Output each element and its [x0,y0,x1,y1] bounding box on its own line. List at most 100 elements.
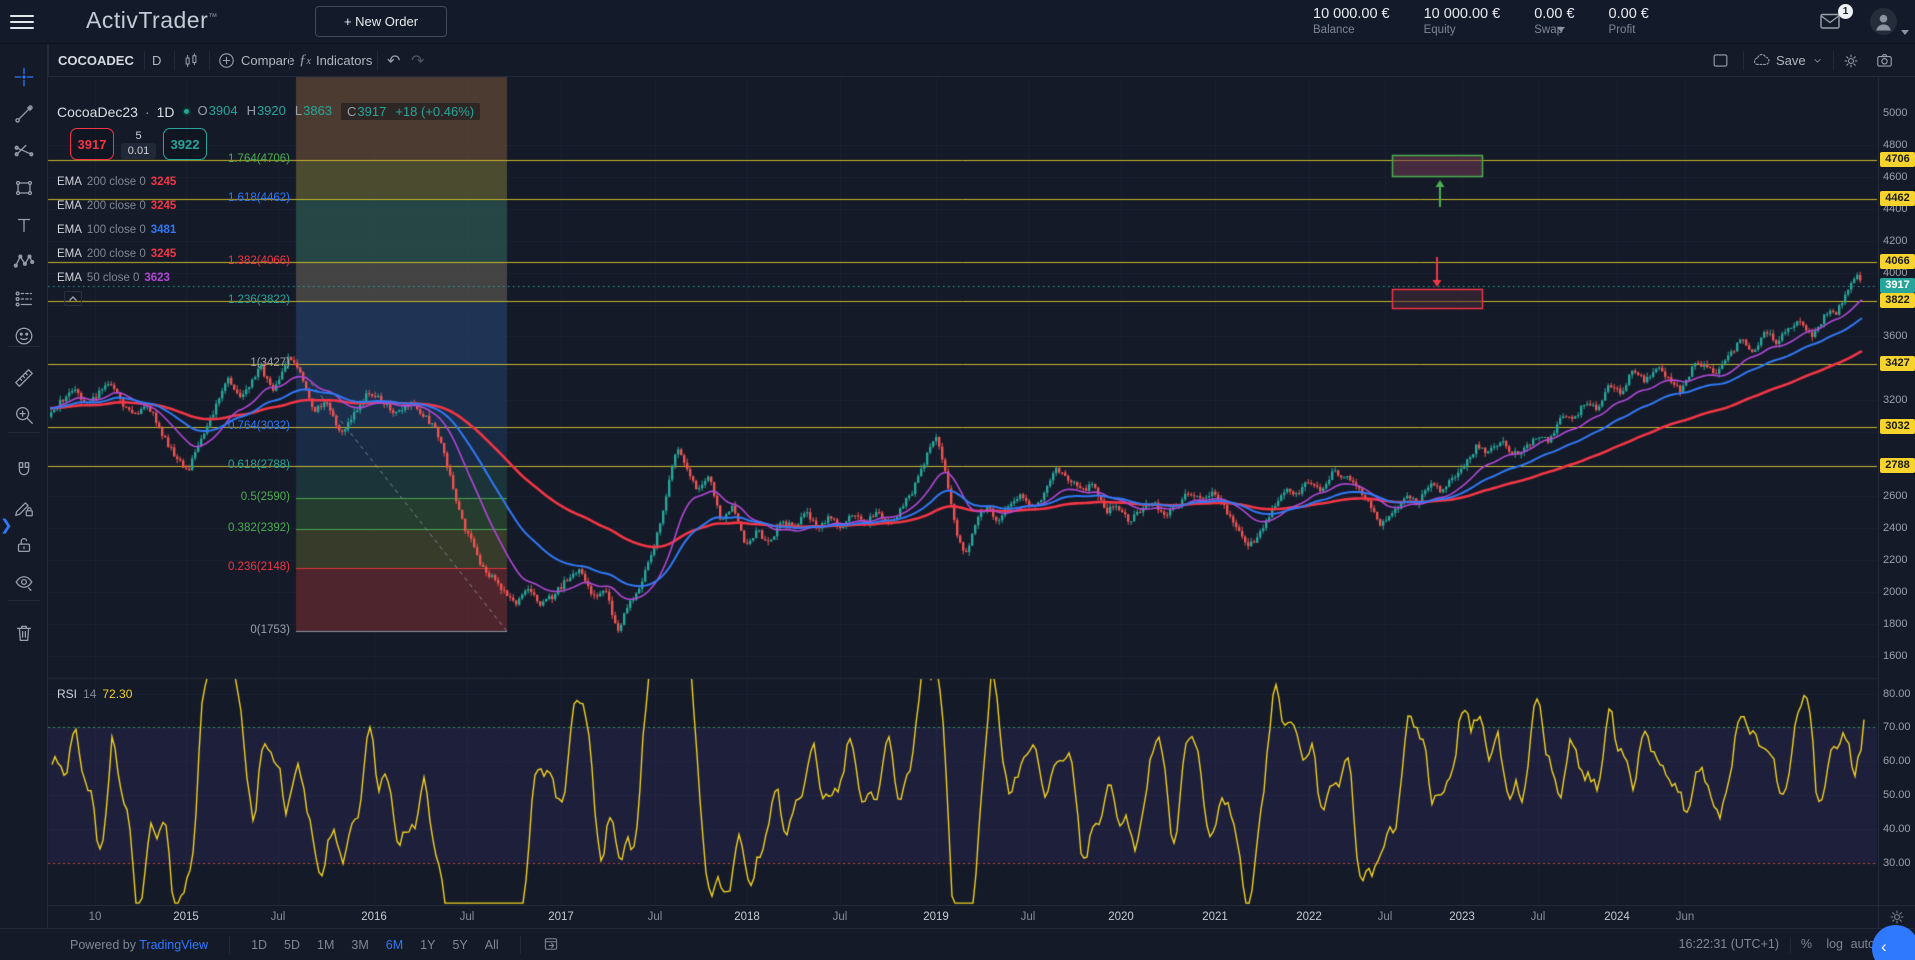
zoom-in-icon[interactable] [13,404,35,426]
fib-level-label: 0(1753) [130,624,290,636]
indicators-button[interactable]: ƒxIndicators [299,44,372,77]
time-label: 2016 [361,911,387,923]
rsi-tick: 40.00 [1883,823,1911,835]
avatar-caret-icon[interactable] [1901,30,1909,35]
ohlc-item: H3920 [247,103,286,120]
time-label: 2019 [923,911,949,923]
chart-legend[interactable]: CocoaDec23 · 1D O3904H3920L3863C3917+18 … [57,103,480,120]
app-logo: ActivTrader™ [86,7,218,34]
account-value: 0.00 € [1609,6,1649,22]
range-3m-button[interactable]: 3M [351,938,368,952]
xabcd-pattern-icon[interactable] [13,251,35,273]
fib-retracement-icon[interactable] [13,140,35,162]
price-level-badge: 2788 [1880,458,1915,473]
fib-level-label: 1.236(3822) [130,294,290,306]
fib-level-label: 0.236(2148) [130,561,290,573]
remove-all-icon[interactable] [13,622,35,644]
percent-scale-button[interactable]: % [1801,937,1812,951]
range-5d-button[interactable]: 5D [284,938,300,952]
emoji-icon[interactable] [13,325,35,347]
range-1m-button[interactable]: 1M [317,938,334,952]
rsi-tick: 70.00 [1883,721,1911,733]
trend-line-icon[interactable] [13,103,35,125]
symbol-search-button[interactable]: COCOADEC23 [58,44,134,77]
lock-all-icon[interactable] [13,534,35,556]
rsi-legend[interactable]: RSI 14 72.30 [57,687,132,701]
ruler-icon[interactable] [13,367,35,389]
hamburger-icon[interactable] [10,11,34,33]
indicator-row[interactable]: EMA50 close 03623 [57,270,170,286]
chart-type-button[interactable] [182,44,200,77]
price-axis[interactable]: 5000480046004400420040003600320026002400… [1878,77,1915,905]
ohlc-item: O3904 [198,103,238,120]
account-swap: 0.00 €Swap [1534,6,1574,36]
chart-toolbar: COCOADEC23 D Compare ƒxIndicators ↶ ↷ Sa… [48,44,1915,77]
gear-icon[interactable] [1842,44,1860,77]
compare-button[interactable]: Compare [217,44,294,77]
hide-all-icon[interactable] [13,571,35,593]
avatar[interactable] [1870,8,1897,35]
app-header: ActivTrader™ + New Order 10 000.00 €Bala… [0,0,1915,44]
time-label: 2024 [1604,911,1630,923]
indicator-row[interactable]: EMA200 close 03245 [57,174,176,190]
save-button[interactable]: Save [1752,44,1824,77]
redo-icon[interactable]: ↷ [411,44,424,77]
price-level-badge: 3822 [1880,293,1915,308]
price-tick: 2200 [1883,554,1907,566]
panel-expand-chevron[interactable]: ❯ [0,516,13,534]
market-status-icon [182,107,191,116]
fib-level-label: 0.5(2590) [130,491,290,503]
fib-level-label: 1.764(4706) [130,153,290,165]
toolbar-separator [8,432,40,433]
account-balance: 10 000.00 €Balance [1313,6,1390,36]
account-label: Swap [1534,24,1574,36]
account-equity: 10 000.00 €Equity [1424,6,1501,36]
range-6m-button[interactable]: 6M [386,938,403,952]
time-label: 2015 [173,911,199,923]
time-label: Jul [1378,911,1393,923]
current-price-badge: 3917 [1880,278,1915,293]
undo-icon[interactable]: ↶ [387,44,400,77]
chart-canvas[interactable] [0,0,1915,960]
tradingview-link[interactable]: TradingView [139,938,208,952]
sell-button[interactable]: 3917 [70,128,114,160]
account-value: 10 000.00 € [1313,6,1390,22]
price-level-badge: 3427 [1880,356,1915,371]
fib-level-label: 0.764(3032) [130,420,290,432]
legend-symbol: CocoaDec23 [57,104,138,120]
drawing-mode-icon[interactable] [13,497,35,519]
log-scale-button[interactable]: log [1826,937,1843,951]
new-order-button[interactable]: + New Order [315,6,447,37]
camera-icon[interactable] [1875,44,1894,77]
toolbar-separator [8,600,40,601]
rectangle-icon[interactable] [13,177,35,199]
account-value: 10 000.00 € [1424,6,1501,22]
range-1y-button[interactable]: 1Y [420,938,435,952]
time-label: 2017 [548,911,574,923]
price-tick: 3200 [1883,394,1907,406]
range-5y-button[interactable]: 5Y [452,938,467,952]
time-label: 2021 [1202,911,1228,923]
range-all-button[interactable]: All [485,938,499,952]
drawing-toolbar [0,44,48,928]
price-tick: 1600 [1883,650,1907,662]
magnet-icon[interactable] [13,460,35,482]
maximize-icon[interactable] [1711,44,1730,77]
time-axis[interactable]: 102015Jul2016Jul2017Jul2018Jul2019Jul202… [48,905,1878,928]
time-label: Jul [648,911,663,923]
forecast-icon[interactable] [13,288,35,310]
indicator-row[interactable]: EMA100 close 03481 [57,222,176,238]
time-label: Jul [1021,911,1036,923]
close-group: C3917+18 (+0.46%) [341,103,480,120]
rsi-value: 72.30 [102,687,132,701]
fib-level-label: 0.618(2788) [130,459,290,471]
legend-collapse-button[interactable] [64,291,82,306]
profit-caret-icon[interactable] [1557,27,1565,32]
go-to-date-icon[interactable] [542,935,560,956]
ohlc-values: O3904H3920L3863C3917+18 (+0.46%) [198,103,481,120]
crosshair-icon[interactable] [13,66,35,88]
text-icon[interactable] [13,214,35,236]
interval-button[interactable]: D [152,44,161,77]
price-level-badge: 4462 [1880,191,1915,206]
range-1d-button[interactable]: 1D [251,938,267,952]
